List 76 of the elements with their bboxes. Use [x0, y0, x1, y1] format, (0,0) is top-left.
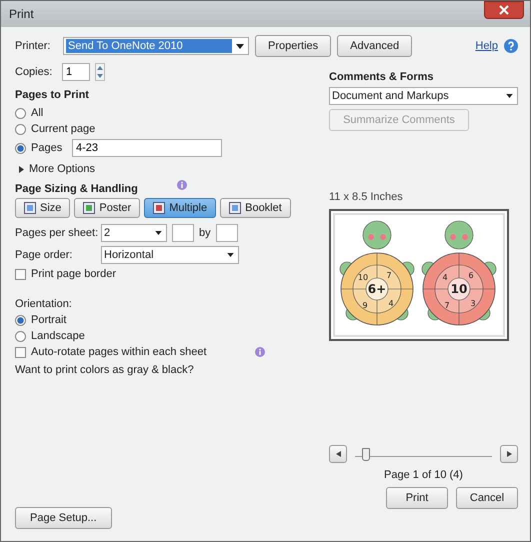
section-title: Comments & Forms	[329, 71, 435, 83]
section-title: Page Sizing & Handling	[15, 183, 138, 195]
page-order-label: Page order:	[15, 249, 74, 261]
mode-tab[interactable]: Size	[15, 198, 70, 218]
turtle-number: 7	[386, 271, 392, 280]
caret-icon	[227, 253, 234, 257]
turtle-center-number: 10	[450, 282, 468, 296]
radio-button[interactable]	[15, 108, 26, 118]
copies-field[interactable]: 1	[62, 63, 90, 81]
option-label: Portrait	[31, 314, 66, 326]
slider-thumb[interactable]	[362, 448, 370, 460]
page-layout-icon	[24, 202, 36, 214]
checkbox[interactable]	[15, 346, 26, 358]
grayscale-prompt: Want to print colors as gray & black?	[15, 364, 195, 376]
dialog-button[interactable]: Print	[386, 487, 448, 509]
mode-tab[interactable]: Booklet	[220, 198, 291, 218]
option-label: Landscape	[31, 330, 85, 342]
checkbox[interactable]	[15, 268, 26, 280]
left-arrow-icon	[336, 451, 340, 457]
turtle-number: 10	[358, 273, 368, 282]
copies-label: Copies:	[15, 66, 54, 78]
help-link[interactable]: Help	[475, 40, 498, 52]
printer-label: Printer:	[15, 40, 52, 52]
turtle-number: 9	[362, 301, 368, 310]
caret-icon	[155, 231, 162, 235]
radio-button[interactable]	[15, 330, 26, 342]
info-icon[interactable]	[176, 180, 187, 190]
option-label: Pages	[31, 142, 64, 154]
option-label: All	[31, 107, 44, 119]
expand-arrow-icon[interactable]	[19, 166, 24, 172]
page-order-dropdown[interactable]: Horizontal	[101, 246, 239, 264]
help-icon[interactable]	[504, 39, 518, 53]
dialog-button[interactable]: Cancel	[456, 487, 518, 509]
turtle-center-number: 6+	[368, 282, 386, 296]
pages-range-field[interactable]: 4-23	[72, 139, 222, 157]
turtle-number: 7	[444, 301, 450, 310]
printer-dropdown[interactable]: Send To OneNote 2010	[63, 37, 249, 55]
page-setup-button[interactable]: Page Setup...	[15, 507, 112, 529]
pages-per-sheet-dropdown[interactable]: 2	[101, 224, 167, 242]
caret-icon	[236, 44, 244, 49]
radio-button[interactable]	[15, 124, 26, 134]
by-label: by	[199, 227, 211, 239]
next-page-button[interactable]	[500, 445, 518, 463]
mode-tab[interactable]: Multiple	[144, 198, 216, 218]
section-title: Pages to Print	[15, 89, 90, 101]
dialog-button[interactable]: Properties	[255, 35, 332, 57]
turtle-number: 3	[470, 299, 476, 308]
page-layout-icon	[83, 202, 96, 214]
turtle-number: 6	[468, 271, 474, 280]
spinner-icon[interactable]	[95, 63, 105, 81]
page-layout-icon	[153, 202, 166, 214]
turtle-number: 4	[388, 299, 394, 308]
page-layout-icon	[229, 202, 242, 214]
info-icon[interactable]	[255, 347, 265, 357]
window-title: Print	[9, 7, 34, 21]
caret-icon	[506, 94, 513, 98]
rows-field[interactable]	[216, 224, 238, 242]
more-options-toggle[interactable]: More Options	[29, 163, 96, 175]
close-button[interactable]	[484, 1, 524, 19]
radio-button[interactable]	[15, 314, 26, 326]
page-count: Page 1 of 10 (4)	[384, 469, 463, 481]
radio-button[interactable]	[15, 142, 26, 154]
checkbox-label: Print page border	[31, 268, 116, 280]
orientation-label: Orientation:	[15, 298, 73, 310]
checkbox-label: Auto-rotate pages within each sheet	[31, 346, 207, 358]
option-label: Current page	[31, 123, 96, 135]
columns-field[interactable]	[172, 224, 194, 242]
mode-tab[interactable]: Poster	[74, 198, 140, 218]
dialog-button[interactable]: Advanced	[337, 35, 412, 57]
comments-forms-dropdown[interactable]: Document and Markups	[329, 87, 518, 105]
close-icon	[499, 5, 509, 15]
previous-page-button[interactable]	[329, 445, 347, 463]
paper-size-label: 11 x 8.5 Inches	[329, 191, 404, 203]
turtle-number: 4	[442, 273, 448, 282]
pages-per-sheet-label: Pages per sheet:	[15, 227, 100, 239]
right-arrow-icon	[506, 451, 512, 457]
